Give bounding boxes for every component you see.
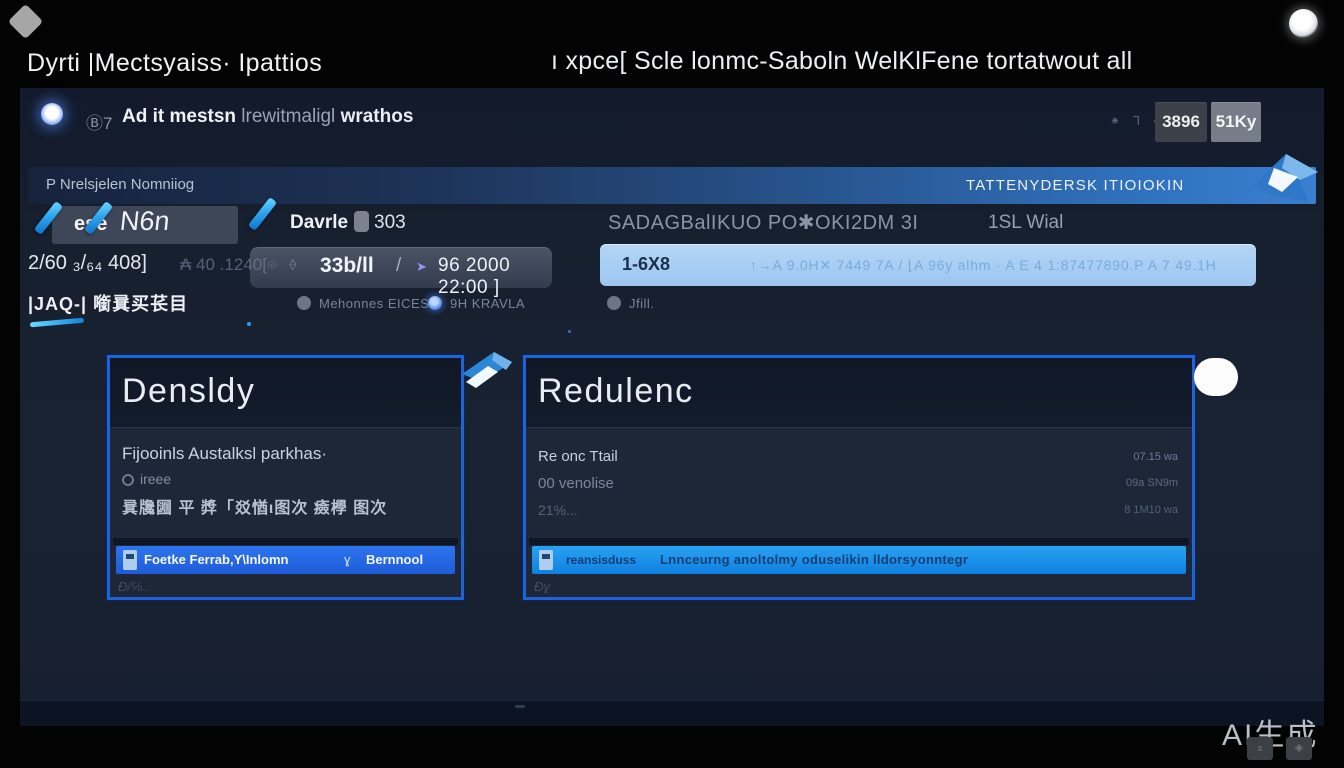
tab-n6n[interactable]: N6n (118, 206, 171, 237)
search-pill-input[interactable]: 1-6X8 ↑→A 9.0H✕ 7449 7A / ⌊A 96y alhm · … (600, 244, 1256, 286)
pill-value: ↑→A 9.0H✕ 7449 7A / ⌊A 96y alhm · A E 4 … (750, 257, 1217, 274)
radio-option2-label[interactable]: 9H KRAVLA (450, 296, 525, 311)
density-selected-row[interactable]: Foetke Ferrab,Y\Inlomn ɣ Bernnool (116, 546, 455, 574)
radio-option1-label[interactable]: Mehonnes EICES (319, 296, 429, 311)
redulenc-selected-row[interactable]: reansisduss Lnnceurng anoltolmy oduselik… (532, 546, 1186, 574)
cyan-underline-icon (30, 318, 84, 328)
status-orb-icon (1289, 9, 1318, 38)
radio-option2-dot[interactable] (428, 296, 442, 310)
screenshot-root: Dyrti |Mectsyaiss· Ipattios ı xpce[ Scle… (0, 0, 1344, 768)
legend-label: |JAQ-| 㘅㠱买苌目 (28, 290, 188, 316)
counts-label: 2/60 ₃/₆₄ 408] (28, 252, 147, 275)
divider (529, 538, 1189, 545)
page-title-part1: Ad it mestsn (122, 106, 236, 127)
page-title-part2: lrewitmaligl (236, 106, 341, 127)
mini-button-2[interactable]: ◈ (1286, 737, 1312, 760)
blue-speck (568, 330, 571, 333)
panel-redulenc-header: Redulenc (526, 358, 1192, 428)
redulenc-row3-value: 8 1M10 wa (1124, 504, 1178, 516)
white-blob-cursor (1194, 358, 1238, 396)
page-title: Ad it mestsn lrewitmaligl wrathos (122, 106, 413, 128)
header-button-3896[interactable]: 3896 (1155, 102, 1207, 142)
breadcrumb: SADAGBalIKUO PO✱OKI2DM 3I (608, 210, 918, 235)
header-button-51ky[interactable]: 51Ky (1211, 102, 1261, 142)
panel-density-title: Densldy (122, 372, 255, 411)
segment-value-a[interactable]: 33b/ll (320, 254, 374, 278)
density-line2-label: ireee (140, 471, 171, 487)
radio-option3-dot[interactable] (607, 296, 621, 310)
mini-button-1[interactable]: ⌅ (1247, 737, 1273, 760)
window-subtitle: ı xpce[ Scle lonmc-Saboln WelKlFene tort… (551, 47, 1132, 76)
list-item-icon (123, 550, 137, 570)
tab-davrle[interactable]: Davrle (290, 212, 348, 234)
panel-redulenc-title: Redulenc (538, 372, 694, 411)
density-line2: ireee (122, 471, 171, 487)
redulenc-row3-label: 21%... (538, 502, 578, 518)
panel-density: Densldy Fijooinls Austalksl parkhas· ire… (107, 355, 464, 600)
redulenc-row2-label: 00 venolise (538, 475, 614, 492)
check-icon: ɣ (344, 552, 351, 567)
redulenc-row2-value: 09a SN9m (1126, 477, 1178, 489)
redulenc-row1-value: 07.15 wa (1133, 451, 1178, 463)
list-item-icon (539, 550, 553, 570)
density-line3: 㠱㸥㘤 平 㢡「㸚㥢ι图次 㿌㰒 图次 (122, 494, 387, 518)
banner-right-label: TATTENYDERSK ITIOIOKIN (966, 177, 1184, 194)
selected-row-badge: Bernnool (366, 552, 423, 567)
density-footer: Ð/℅.. (118, 579, 150, 594)
divider (113, 538, 458, 545)
page-title-part3: wrathos (341, 106, 414, 127)
record-indicator-icon (41, 103, 63, 125)
tab-right-label: 1SL Wial (988, 212, 1063, 234)
tick-mark (515, 705, 525, 708)
segment-prefix-icons: ⌾ ⟠ (268, 257, 300, 274)
segment-value-b[interactable]: 96 2000 22:00 ] (438, 255, 552, 299)
pill-label: 1-6X8 (622, 254, 670, 275)
redulenc-row1-label: Re onc Ttail (538, 448, 618, 465)
selected-row-text: Foetke Ferrab,Y\Inlomn (144, 552, 288, 567)
play-arrow-icon: ➤ (416, 259, 427, 275)
app-diamond-icon (8, 4, 43, 39)
window-badge-icon: Ⓑ7 (86, 109, 112, 134)
redulenc-footer: Ðɣ (534, 579, 550, 594)
date-range-control[interactable]: ⌾ ⟠ 33b/ll / ➤ 96 2000 22:00 ] (250, 247, 552, 288)
blue-3d-arrow-icon (1246, 150, 1324, 212)
ring-icon (122, 474, 134, 486)
radio-option1-dot[interactable] (297, 296, 311, 310)
panel-redulenc: Redulenc Re onc Ttail 07.15 wa 00 venoli… (523, 355, 1195, 600)
blue-speck (247, 322, 251, 326)
panel-density-header: Densldy (110, 358, 461, 428)
clip-icon (354, 211, 369, 232)
selected-row-key: reansisduss (566, 553, 636, 567)
selected-row-description: Lnnceurng anoltolmy oduselikin lldorsyon… (660, 552, 968, 567)
banner-left-label: P Nrelsjelen Nomniiog (46, 176, 194, 193)
blue-flag-icon (458, 350, 514, 400)
status-bar (20, 700, 1324, 726)
density-line1: Fijooinls Austalksl parkhas· (122, 444, 327, 464)
app-window: Ⓑ7 Ad it mestsn lrewitmaligl wrathos ⁕ ⅂… (20, 88, 1324, 726)
window-title: Dyrti |Mectsyaiss· Ipattios (27, 49, 322, 78)
radio-option3-label[interactable]: Jfill. (629, 296, 654, 311)
info-banner[interactable]: P Nrelsjelen Nomniiog TATTENYDERSK ITIOI… (28, 167, 1316, 204)
tab-303-label[interactable]: 303 (374, 212, 406, 234)
segment-separator: / (396, 255, 401, 277)
